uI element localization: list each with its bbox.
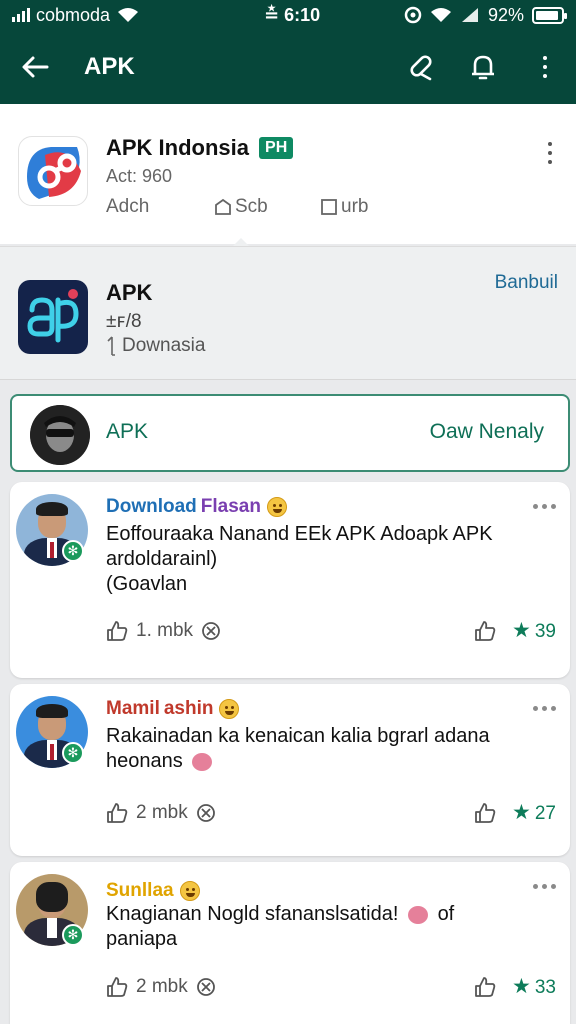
comment-actions: 2 mbk ★ 27 [106, 800, 556, 825]
more-options-button[interactable] [514, 30, 576, 104]
verified-badge-icon: ✻ [62, 924, 84, 946]
app-logo [18, 136, 88, 206]
comment-card: ✻ Sunllaa Knagianan Nogld sfananslsatida… [10, 862, 570, 1024]
page-title: APK [84, 53, 135, 80]
link-icon [410, 55, 432, 81]
pinned-label: APK [106, 420, 149, 443]
comment-likes: 1. mbk [136, 619, 194, 641]
tab-scb[interactable]: Scb [214, 196, 320, 218]
bell-icon [472, 55, 494, 80]
avatar [30, 405, 90, 465]
link-button[interactable] [390, 30, 452, 104]
home-icon [215, 198, 231, 215]
notifications-button[interactable] [452, 30, 514, 104]
more-vert-icon [535, 54, 555, 80]
comment-author[interactable]: Download Flasan [106, 496, 287, 518]
carrier-name: cobmoda [36, 4, 111, 25]
verified-badge-icon: ✻ [62, 540, 84, 562]
back-arrow-icon [22, 56, 49, 78]
comment-more-button[interactable] [533, 706, 556, 711]
verified-badge-icon: ✻ [62, 742, 84, 764]
status-time: ≛ 6:10 [264, 4, 321, 25]
battery-percent: 92% [487, 4, 524, 25]
block-icon[interactable] [196, 977, 216, 997]
related-app-downloads: Downasia [106, 335, 205, 357]
heart-emoji-icon [192, 752, 213, 771]
block-icon[interactable] [201, 621, 221, 641]
thumbs-up-icon[interactable] [474, 802, 496, 824]
comment-author[interactable]: Sunllaa [106, 880, 200, 902]
act-count: Act: 960 [106, 166, 173, 186]
status-bar: cobmoda ≛ 6:10 92% [0, 0, 576, 30]
thumbs-up-icon[interactable] [474, 620, 496, 642]
pinned-item[interactable]: APK Oaw Nenaly [10, 394, 570, 472]
download-icon [107, 336, 115, 356]
rating[interactable]: ★ 33 [512, 974, 556, 999]
card-pointer [233, 238, 249, 246]
comment-more-button[interactable] [533, 884, 556, 889]
thumbs-up-icon[interactable] [106, 802, 128, 824]
rating[interactable]: ★ 39 [512, 618, 556, 643]
thumbs-up-icon[interactable] [106, 620, 128, 642]
comment-likes: 2 mbk [136, 801, 188, 823]
cell-signal-icon [461, 8, 478, 22]
comment-likes: 2 mbk [136, 975, 188, 997]
comment-actions: 2 mbk ★ 33 [106, 974, 556, 999]
thumbs-up-icon[interactable] [106, 976, 128, 998]
rating[interactable]: ★ 27 [512, 800, 556, 825]
comment-text: Knagianan Nogld sfananslsatida! of pania… [106, 903, 455, 950]
thumbs-up-icon[interactable] [474, 976, 496, 998]
smile-emoji-icon [179, 881, 200, 901]
region-badge: PH [259, 137, 294, 159]
star-icon: ★ [512, 619, 531, 642]
comment-card: ✻ Download Flasan Eoffouraaka Nanand EEk … [10, 482, 570, 678]
app-bar: APK [0, 30, 576, 104]
app-name: APK Indonsia [106, 135, 250, 160]
comment-text: Eoffouraaka Nanand EEk APK Adoapk APK ar… [106, 523, 493, 595]
comment-more-button[interactable] [533, 504, 556, 509]
app-tabs: Adch Scb urb [106, 196, 368, 218]
block-icon[interactable] [196, 803, 216, 823]
tab-adch[interactable]: Adch [106, 196, 214, 218]
heart-emoji-icon [408, 905, 428, 924]
related-app-link[interactable]: Banbuil [495, 272, 558, 294]
related-app-version: ±ꜰ/8 [106, 311, 142, 332]
smile-emoji-icon [266, 497, 287, 517]
smile-emoji-icon [219, 699, 240, 719]
related-app-name: APK [106, 280, 153, 305]
comment-actions: 1. mbk ★ 39 [106, 618, 556, 643]
comment-author[interactable]: Mamil ashin [106, 698, 240, 720]
battery-icon [532, 6, 567, 24]
wifi-icon [118, 8, 139, 22]
nfc-icon [404, 6, 422, 24]
star-icon: ★ [512, 975, 531, 998]
tab-urb[interactable]: urb [320, 196, 368, 218]
star-icon: ★ [512, 801, 531, 824]
apk-logo [18, 280, 88, 354]
more-vert-icon [540, 140, 560, 166]
square-icon [321, 199, 337, 215]
app-card-more-button[interactable] [540, 140, 560, 166]
signal-icon [12, 8, 30, 22]
wifi-icon [430, 8, 451, 22]
comment-text: Rakainadan ka kenaican kalia bgrarl adan… [106, 725, 490, 772]
pinned-action-link[interactable]: Oaw Nenaly [430, 420, 544, 444]
comment-card: ✻ Mamil ashin Rakainadan ka kenaican kali… [10, 684, 570, 856]
app-name-row: APK Indonsia PH [106, 135, 294, 161]
back-button[interactable] [0, 30, 70, 104]
